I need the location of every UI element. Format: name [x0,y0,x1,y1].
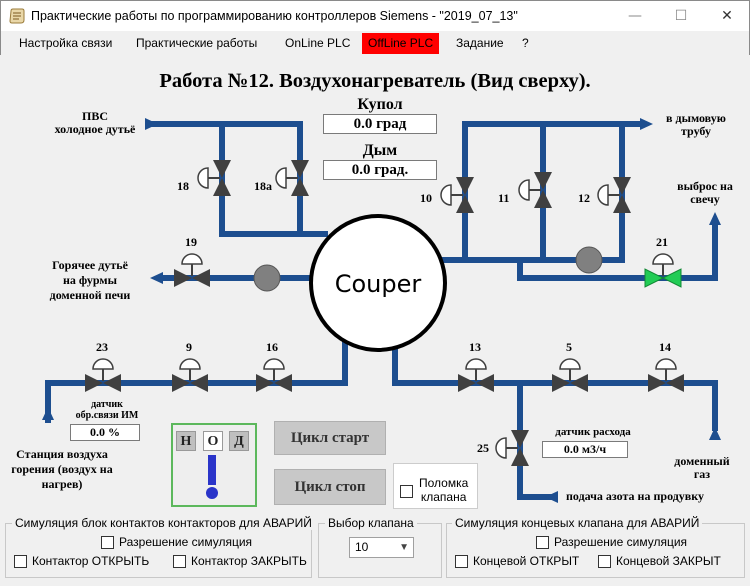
limit-switch-simulation-title: Симуляция концевых клапана для АВАРИЙ [452,516,703,530]
smoke-label: Дым [362,142,398,159]
dome-label: Купол [357,96,403,113]
cowper-label: Couper [334,270,422,298]
valve-fault-label: Поломка клапана [419,476,469,504]
valve-13-label: 13 [469,340,481,354]
valve-25-label: 25 [477,441,489,455]
valve-23-label: 23 [96,340,108,354]
limit-switch-open-checkbox[interactable] [455,555,468,568]
valve-select-value: 10 [355,540,369,554]
contactor-close-checkbox[interactable] [173,555,186,568]
contactor-enable-label: Разрешение симуляция [119,535,253,549]
chevron-down-icon: ▼ [399,542,409,553]
limit-switch-enable-checkbox[interactable] [536,536,549,549]
valve-18-label: 18 [177,179,189,193]
contactor-close-label: Контактор ЗАКРЫТЬ [191,554,307,568]
limit-switch-close-checkbox[interactable] [598,555,611,568]
feedback-sensor-value: 0.0 % [70,424,140,441]
nod-indicator-panel: Н О Д [171,423,257,507]
contactor-simulation-title: Симуляция блок контактов контакторов для… [12,516,315,530]
dome-temperature-value: 0.0 град [323,114,437,134]
blast-gas-label: доменный газ [674,454,730,481]
valve-9-label: 9 [186,340,192,354]
valve-select-dropdown[interactable]: 10 ▼ [349,537,414,558]
hot-blast-label: Горячее дутьё на фурмы доменной печи [49,258,131,302]
cycle-stop-button[interactable]: Цикл стоп [274,469,386,505]
nitrogen-purge-label: подача азота на продувку [566,489,705,503]
smoke-temperature-value: 0.0 град. [323,160,437,180]
valve-select-title: Выбор клапана [325,516,417,530]
contactor-simulation-group [5,523,312,578]
valve-10-label: 10 [420,191,432,205]
contactor-open-label: Контактор ОТКРЫТЬ [32,554,150,568]
candle-label: выброс на свечу [677,179,733,206]
flow-sensor-label: датчик расхода [555,426,631,438]
valve-5-label: 5 [566,340,572,354]
limit-switch-simulation-group [446,523,745,578]
valve-21-label: 21 [656,235,668,249]
valve-18a-label: 18а [254,179,272,193]
valve-fault-panel: Поломка клапана [393,463,478,509]
valve-16-label: 16 [266,340,278,354]
cycle-start-button[interactable]: Цикл старт [274,421,386,455]
cold-blast-label: ПВС холодное дутьё [54,109,136,136]
feedback-sensor-label: датчик обр.связи ИМ [75,399,139,421]
limit-switch-open-label: Концевой ОТКРЫТ [473,554,580,568]
limit-switch-close-label: Концевой ЗАКРЫТ [616,554,721,568]
valve-fault-checkbox[interactable] [400,485,413,498]
combustion-station-label: Станция воздуха горения (воздух на нагрев) [11,447,113,491]
valve-19-label: 19 [185,235,197,249]
valve-12-label: 12 [578,191,590,205]
valve-11-label: 11 [498,191,510,205]
limit-switch-enable-label: Разрешение симуляция [554,535,688,549]
nod-switch-lever [206,455,218,499]
contactor-open-checkbox[interactable] [14,555,27,568]
valve-14-label: 14 [659,340,671,354]
contactor-enable-checkbox[interactable] [101,536,114,549]
flow-sensor-value: 0.0 м3/ч [542,441,628,458]
chimney-label: в дымовую трубу [666,111,726,138]
